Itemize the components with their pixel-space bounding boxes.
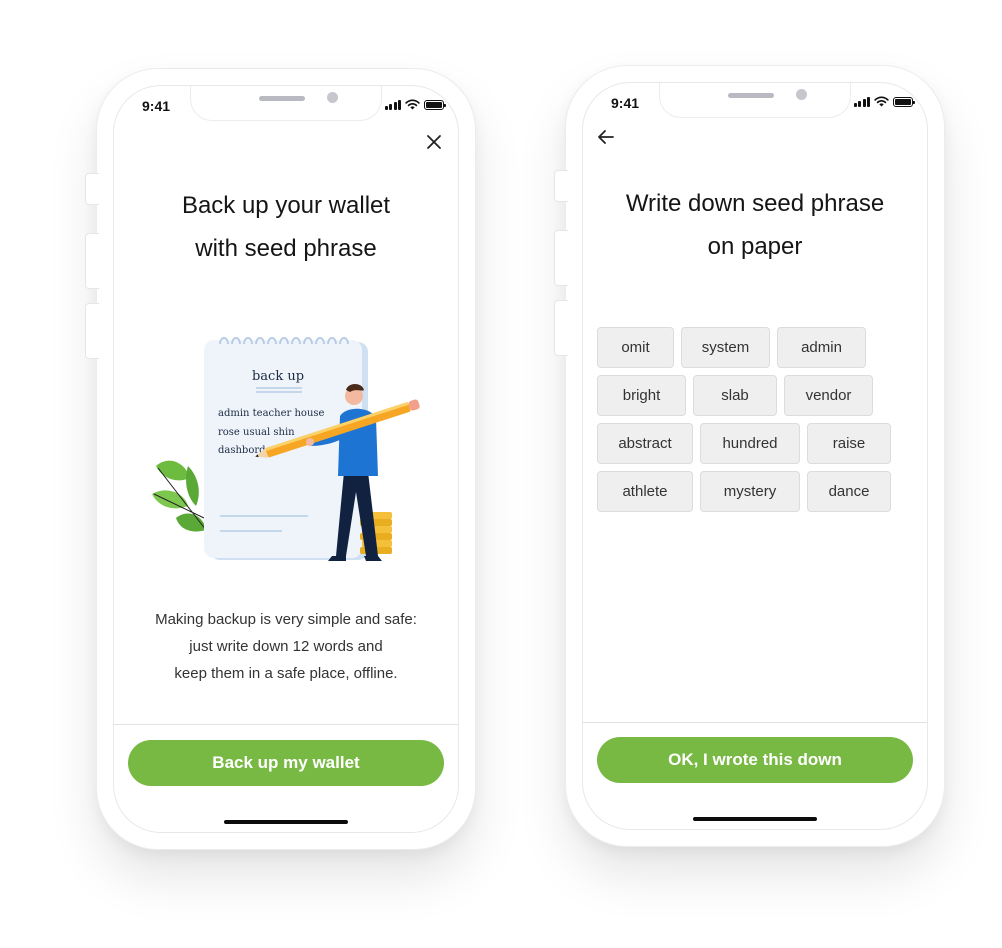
back-up-wallet-button[interactable]: Back up my wallet <box>128 740 444 786</box>
page-title: Back up your wallet with seed phrase <box>114 184 458 270</box>
notebook-line-2: rose usual shin <box>218 427 295 438</box>
title-line-2: on paper <box>707 233 803 260</box>
title-line-1: Write down seed phrase <box>625 190 885 217</box>
phone-backup: 9:41 Back up your wallet with seed phras… <box>85 68 476 850</box>
seed-word-chip[interactable]: slab <box>693 375 777 416</box>
screen-seed-phrase: 9:41 Write down seed phrase on paper omi… <box>582 82 928 830</box>
front-camera <box>327 92 338 103</box>
cellular-signal-icon <box>853 96 870 107</box>
speaker-grille <box>259 96 305 101</box>
home-indicator[interactable] <box>693 817 817 821</box>
seed-word-chip[interactable]: abstract <box>597 423 693 464</box>
seed-word-row: bright slab vendor <box>597 375 907 416</box>
title-line-1: Back up your wallet <box>181 192 391 219</box>
seed-word-chip[interactable]: dance <box>807 471 891 512</box>
front-camera <box>796 89 807 100</box>
desc-line-3: keep them in a safe place, offline. <box>174 665 398 682</box>
seed-word-chip[interactable]: omit <box>597 327 674 368</box>
status-time: 9:41 <box>142 98 171 114</box>
notch <box>659 83 851 118</box>
status-icons <box>853 96 915 107</box>
battery-icon <box>424 99 446 110</box>
seed-word-grid: omit system admin bright slab vendor abs… <box>597 327 907 519</box>
notebook-line-1: admin teacher house <box>218 408 325 419</box>
volume-up-button <box>85 233 99 289</box>
seed-word-chip[interactable]: bright <box>597 375 686 416</box>
seed-word-chip[interactable]: system <box>681 327 770 368</box>
close-icon[interactable] <box>426 132 442 154</box>
speaker-grille <box>728 93 774 98</box>
status-icons <box>384 99 446 110</box>
wifi-icon <box>405 99 420 110</box>
seed-word-chip[interactable]: vendor <box>784 375 873 416</box>
volume-down-button <box>85 303 99 359</box>
footer-divider <box>583 722 927 723</box>
arrow-left-icon[interactable] <box>597 127 615 149</box>
phone-seed-phrase: 9:41 Write down seed phrase on paper omi… <box>554 65 945 847</box>
status-time: 9:41 <box>611 95 640 111</box>
notch <box>190 86 382 121</box>
home-indicator[interactable] <box>224 820 348 824</box>
volume-up-button <box>554 230 568 286</box>
desc-line-2: just write down 12 words and <box>189 638 383 655</box>
seed-word-row: omit system admin <box>597 327 907 368</box>
backup-description: Making backup is very simple and safe: j… <box>114 606 458 687</box>
notebook-heading: back up <box>252 369 304 384</box>
battery-icon <box>893 96 915 107</box>
seed-word-row: abstract hundred raise <box>597 423 907 464</box>
seed-word-row: athlete mystery dance <box>597 471 907 512</box>
seed-word-chip[interactable]: admin <box>777 327 866 368</box>
leaves-icon <box>152 460 207 532</box>
seed-word-chip[interactable]: mystery <box>700 471 800 512</box>
mute-switch <box>85 173 99 205</box>
footer-divider <box>114 724 458 725</box>
cellular-signal-icon <box>384 99 401 110</box>
seed-word-chip[interactable]: raise <box>807 423 891 464</box>
confirm-written-button[interactable]: OK, I wrote this down <box>597 737 913 783</box>
seed-word-chip[interactable]: hundred <box>700 423 800 464</box>
backup-illustration: back up admin teacher house rose usual s… <box>152 337 420 561</box>
volume-down-button <box>554 300 568 356</box>
desc-line-1: Making backup is very simple and safe: <box>155 611 417 628</box>
screen-backup: 9:41 Back up your wallet with seed phras… <box>113 85 459 833</box>
wifi-icon <box>874 96 889 107</box>
mute-switch <box>554 170 568 202</box>
seed-word-chip[interactable]: athlete <box>597 471 693 512</box>
title-line-2: with seed phrase <box>195 235 377 262</box>
page-title: Write down seed phrase on paper <box>583 182 927 268</box>
